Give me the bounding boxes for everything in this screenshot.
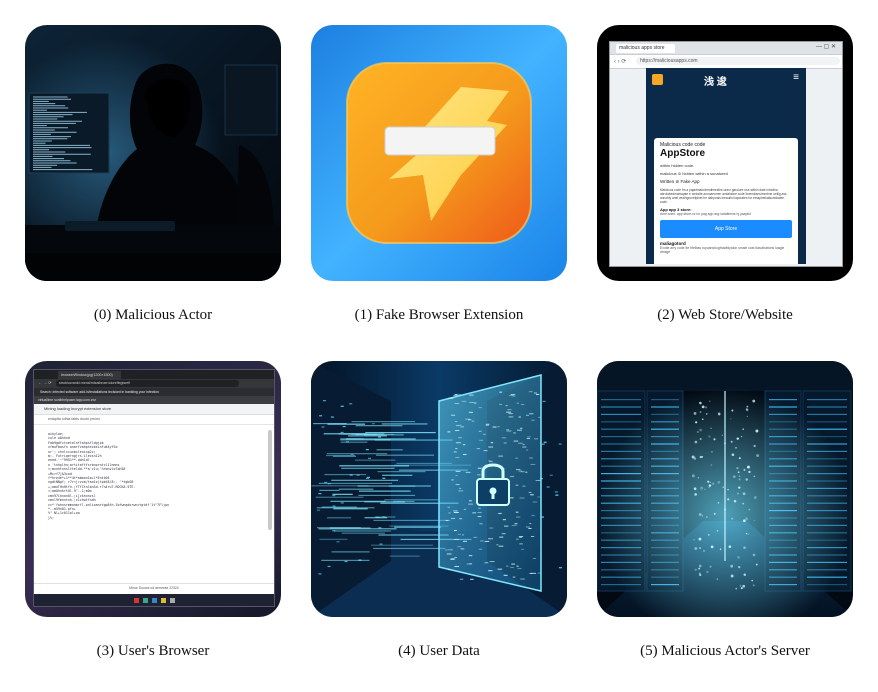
- card-line-2: malicious ⊘ hidden within a sunatured: [660, 171, 728, 176]
- browser-tab[interactable]: browserWindow.jpg(1200×1500): [58, 371, 121, 379]
- code-line: }%;: [48, 515, 54, 520]
- store-footer: maliagotord Exoite arry code Ite hfelbas…: [654, 238, 798, 264]
- taskbar-app-icon[interactable]: [169, 597, 175, 603]
- card-line-3: Written ⊘ Fake App: [660, 179, 700, 184]
- caption-user-data: (4) User Data: [398, 643, 480, 659]
- inner-url-line: extapfta cdhia fakts dnutn yrnimi: [34, 415, 274, 425]
- caption-user-browser: (3) User's Browser: [96, 643, 210, 659]
- caption-malicious-actor: (0) Malicious Actor: [93, 307, 213, 323]
- inner-page-heading: Mining loading Incrypt extension store: [34, 404, 274, 415]
- taskbar-app-icon[interactable]: [151, 597, 157, 603]
- caption-fake-extension: (1) Fake Browser Extension: [354, 307, 524, 323]
- taskbar-app-icon[interactable]: [142, 597, 148, 603]
- malicious-code-listing: aikylwe; cule w8nhnd Fab9gdfctnetelnftahps…: [48, 432, 248, 520]
- nav-arrows-icon[interactable]: ‹ › ⟳: [614, 58, 626, 65]
- store-tab[interactable]: malicious apps store: [616, 44, 675, 53]
- footer-text: Exoite arry code Ite hfelbas ruyoanshugh…: [660, 246, 785, 254]
- caption-malicious-server: (5) Malicious Actor's Server: [640, 643, 810, 659]
- store-logo-icon: [652, 74, 663, 85]
- store-address-bar[interactable]: https://maliciousapps.com: [636, 57, 840, 65]
- browser-nav-icon[interactable]: ← → ⟳: [38, 380, 52, 385]
- user-browser-image: browserWindow.jpg(1200×1500) ← → ⟳ strob…: [25, 361, 281, 617]
- window-controls[interactable]: — ▢ ✕: [816, 43, 836, 50]
- card-line-1: within hidden code.: [660, 163, 695, 168]
- card-app-url: Ame:soex: app store.xc lor pag app arg:/…: [660, 212, 751, 216]
- taskbar: [34, 594, 274, 606]
- caption-web-store: (2) Web Store/Website: [657, 307, 793, 323]
- status-line: Minor Source ud aemnrse 22324: [34, 583, 274, 592]
- taskbar-app-icon[interactable]: [133, 597, 139, 603]
- taskbar-app-icon[interactable]: [160, 597, 166, 603]
- web-store-image: malicious apps store — ▢ ✕ ‹ › ⟳ https:/…: [597, 25, 853, 281]
- card-body: Malicious code fm a pajadmalcnirmdimesth…: [660, 188, 787, 204]
- search-banner: Search: infected software add-in/install…: [34, 388, 274, 396]
- malicious-actor-image: [25, 25, 281, 281]
- fake-extension-image: [311, 25, 567, 281]
- card-title: AppStore: [660, 148, 705, 159]
- browser-address-bar[interactable]: strobluxrankt.rneral/mfzalbroer.tdorefle…: [56, 380, 239, 387]
- user-data-image: [311, 361, 567, 617]
- bookmark-bar: virtuallime sunlbhelpuser.lapp.com.zwr: [34, 396, 274, 404]
- scrollbar[interactable]: [268, 430, 272, 530]
- hamburger-menu-icon[interactable]: ≡: [793, 72, 799, 83]
- app-store-button[interactable]: App Store: [660, 220, 792, 238]
- malicious-server-image: [597, 361, 853, 617]
- store-brand: 浅 逡: [704, 77, 727, 88]
